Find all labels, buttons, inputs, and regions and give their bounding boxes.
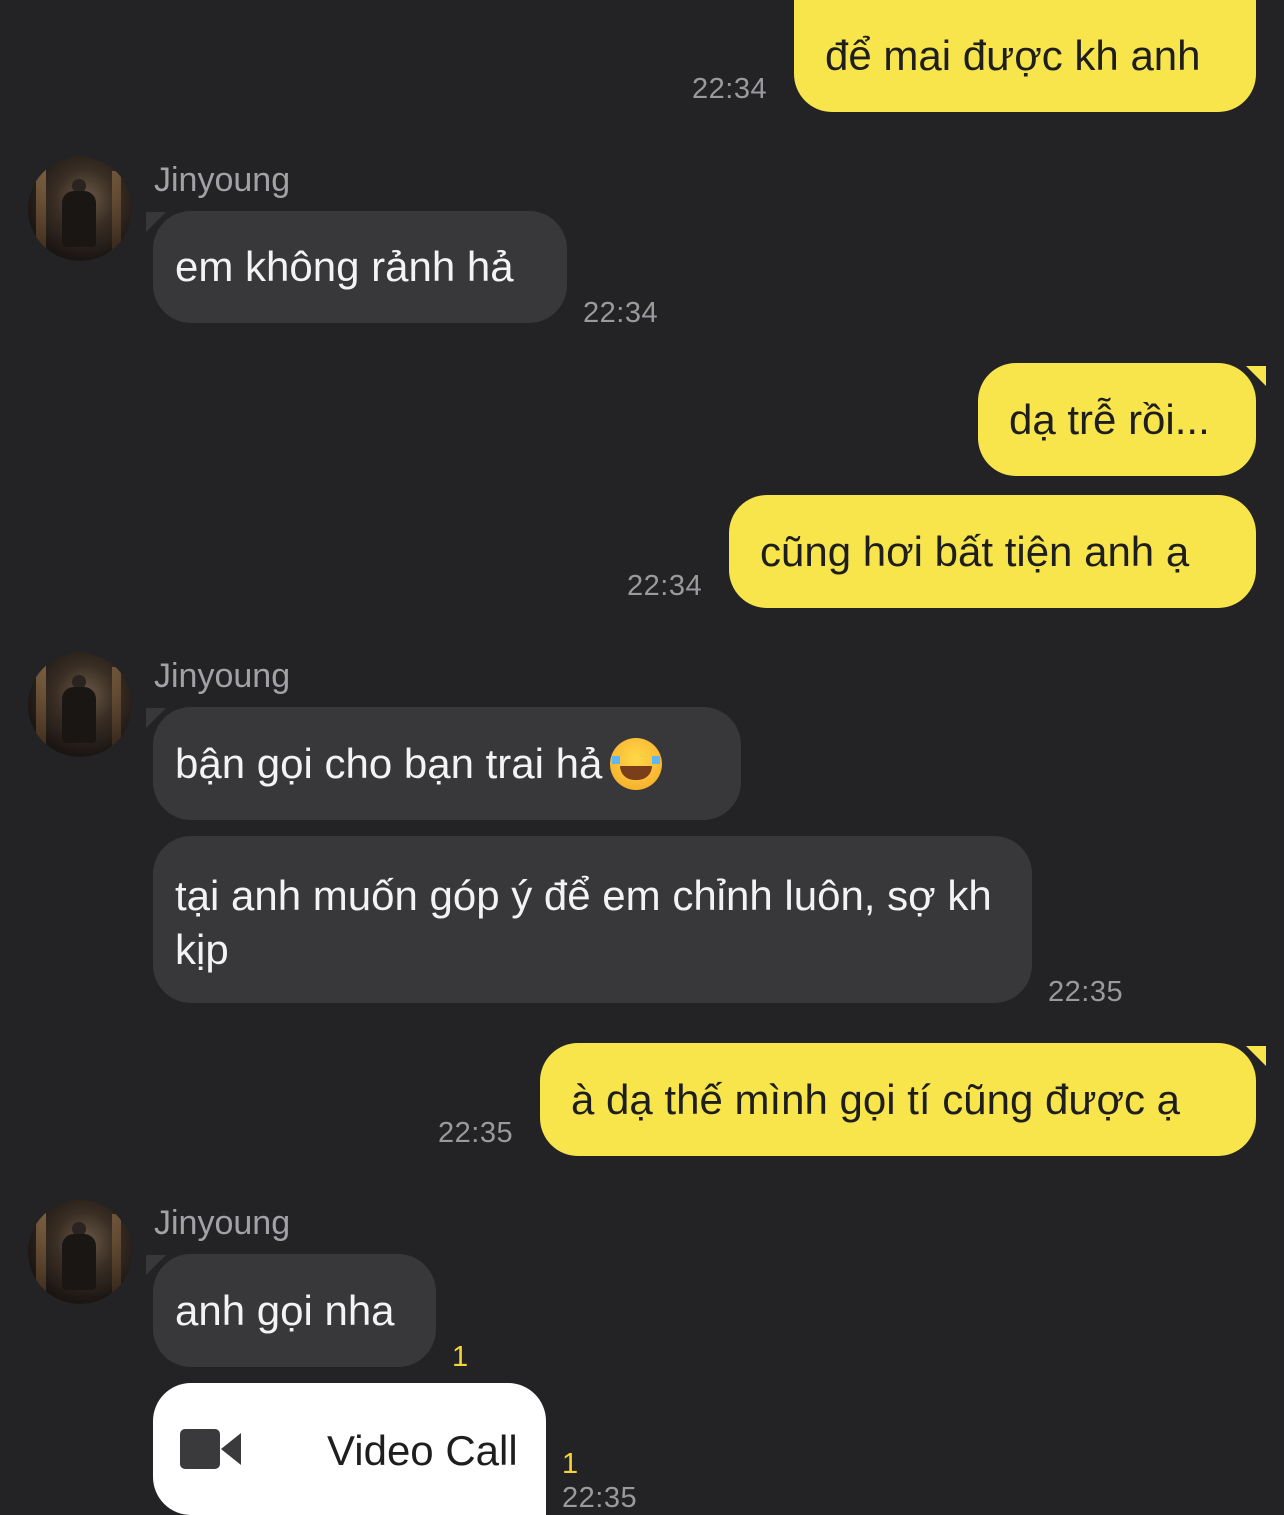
outgoing-message[interactable]: dạ trễ rồi... — [978, 363, 1256, 476]
message-text: bận gọi cho bạn trai hả — [175, 739, 603, 787]
avatar[interactable] — [28, 653, 132, 757]
message-time: 22:34 — [627, 570, 703, 602]
incoming-message[interactable]: tại anh muốn góp ý để em chỉnh luôn, sợ … — [153, 836, 1032, 1003]
sender-name: Jinyoung — [154, 161, 291, 199]
message-text: để mai được kh anh — [825, 32, 1201, 79]
unread-count: 1 — [562, 1448, 579, 1480]
video-call-label: Video Call — [327, 1427, 518, 1474]
video-camera-lens — [221, 1433, 241, 1465]
unread-count: 1 — [452, 1341, 469, 1373]
laughing-emoji-icon — [610, 737, 663, 790]
outgoing-message[interactable]: cũng hơi bất tiện anh ạ — [729, 495, 1256, 608]
message-text: em không rảnh hả — [175, 243, 514, 290]
video-call-message[interactable]: Video Call — [153, 1383, 546, 1515]
incoming-message[interactable]: em không rảnh hả — [153, 211, 567, 323]
sender-name: Jinyoung — [154, 657, 291, 695]
message-time: 22:34 — [583, 297, 659, 329]
message-text: dạ trễ rồi... — [1009, 395, 1210, 443]
message-text: tại anh muốn góp ý để em chỉnh luôn, sợ … — [175, 872, 992, 973]
video-camera-icon — [180, 1429, 220, 1469]
outgoing-message[interactable]: à dạ thế mình gọi tí cũng được ạ — [540, 1043, 1256, 1156]
outgoing-message[interactable]: để mai được kh anh — [794, 0, 1256, 112]
message-text: cũng hơi bất tiện anh ạ — [760, 527, 1190, 575]
incoming-message[interactable]: bận gọi cho bạn trai hả — [153, 707, 741, 820]
incoming-message[interactable]: anh gọi nha — [153, 1254, 436, 1367]
avatar[interactable] — [28, 157, 132, 261]
message-time: 22:35 — [562, 1482, 638, 1514]
message-time: 22:35 — [438, 1117, 514, 1149]
message-time: 22:34 — [692, 73, 768, 105]
sender-name: Jinyoung — [154, 1204, 291, 1242]
message-text: à dạ thế mình gọi tí cũng được ạ — [571, 1075, 1181, 1123]
message-text: anh gọi nha — [175, 1286, 395, 1334]
avatar[interactable] — [28, 1200, 132, 1304]
message-time: 22:35 — [1048, 976, 1124, 1008]
